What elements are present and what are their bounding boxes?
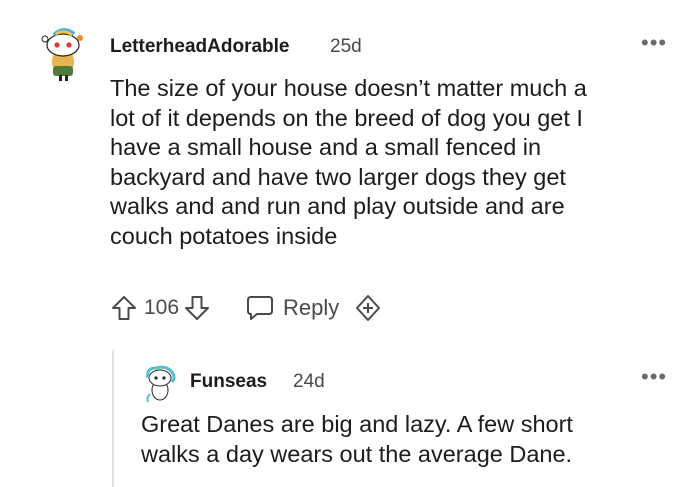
comment-line: lot of it depends on the breed of dog yo…	[110, 104, 583, 131]
reply-label: Reply	[283, 295, 340, 320]
comment-line: backyard and have two larger dogs they g…	[110, 163, 566, 190]
reply-line: Great Danes are big and lazy. A few shor…	[141, 411, 573, 437]
comment-actions: 106 Reply	[110, 292, 383, 324]
more-options-icon[interactable]: •••	[641, 366, 667, 388]
more-options-icon[interactable]: •••	[641, 32, 667, 54]
avatar[interactable]	[34, 26, 92, 84]
speech-bubble-icon	[245, 294, 275, 322]
comment-body: The size of your house doesn’t matter mu…	[110, 74, 670, 251]
reply-line: walks a day wears out the average Dane.	[141, 440, 573, 467]
reply-username[interactable]: Funseas	[190, 371, 267, 393]
snoo-avatar-icon	[146, 365, 176, 403]
comment-line: The size of your house doesn’t matter mu…	[110, 75, 587, 101]
snoo-avatar-icon	[41, 28, 83, 81]
comment-line: walks and and run and play outside and a…	[110, 193, 565, 219]
reply-button[interactable]: Reply	[245, 294, 339, 322]
comment-line: couch potatoes inside	[110, 222, 338, 249]
reply-age[interactable]: 24d	[293, 371, 325, 393]
comment-line: have a small house and a small fenced in	[110, 134, 542, 160]
thread-line[interactable]	[112, 350, 114, 487]
comment-username[interactable]: LetterheadAdorable	[110, 36, 289, 58]
arrow-up-icon[interactable]	[110, 294, 138, 322]
reply-body: Great Danes are big and lazy. A few shor…	[141, 410, 671, 469]
reply-avatar[interactable]	[140, 364, 180, 404]
vote-count: 106	[144, 296, 180, 319]
comment-thread: LetterheadAdorable 25d ••• The size of y…	[0, 0, 700, 487]
arrow-down-icon[interactable]	[183, 294, 211, 322]
comment-age[interactable]: 25d	[330, 36, 362, 58]
award-plus-icon[interactable]	[353, 293, 383, 323]
